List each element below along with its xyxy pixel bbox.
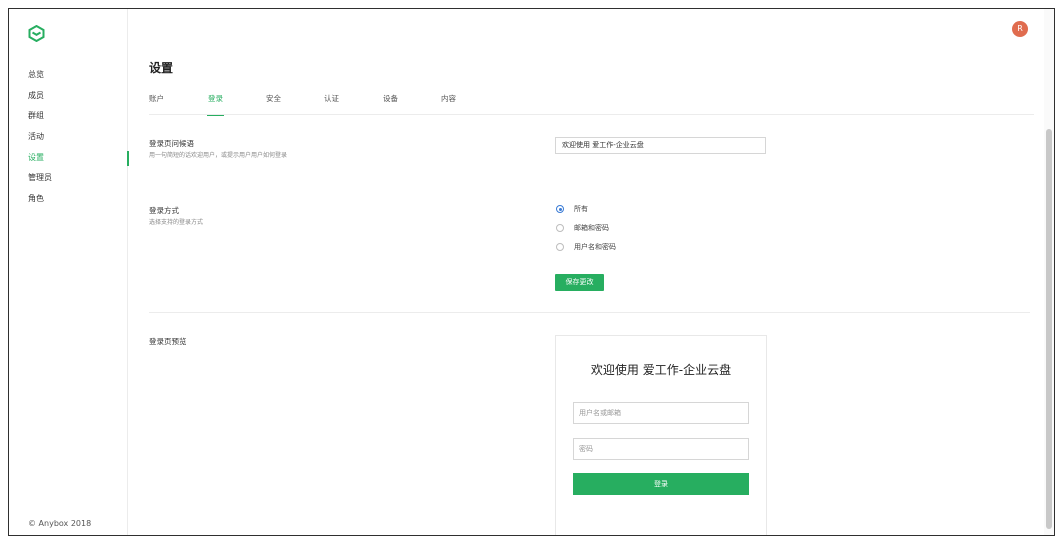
radio-label: 用户名和密码: [574, 243, 616, 251]
preview-title: 欢迎使用 爱工作-企业云盘: [590, 363, 732, 377]
radio-option-all[interactable]: 所有: [556, 203, 588, 215]
radio-button[interactable]: [556, 243, 564, 251]
scrollbar[interactable]: [1044, 9, 1054, 535]
sidebar-item-members[interactable]: 成员: [9, 86, 128, 107]
radio-label: 所有: [574, 205, 588, 213]
sidebar-nav: 总览 成员 群组 活动 设置 管理员 角色: [9, 65, 129, 210]
login-method-description: 选择支持的登录方式: [149, 219, 204, 226]
sidebar-item-settings[interactable]: 设置: [9, 148, 129, 169]
tab-content[interactable]: 内容: [441, 93, 456, 115]
section-divider: [149, 312, 1030, 313]
app-window: 总览 成员 群组 活动 设置 管理员 角色 © Anybox 2018 R 设置…: [8, 8, 1055, 536]
greeting-input[interactable]: 欢迎使用 爱工作-企业云盘: [555, 137, 766, 154]
preview-username-input[interactable]: 用户名或邮箱: [573, 402, 749, 424]
scrollbar-thumb[interactable]: [1046, 129, 1052, 529]
radio-button-checked[interactable]: [556, 205, 564, 213]
sidebar-item-admins[interactable]: 管理员: [9, 168, 128, 189]
sidebar-item-roles[interactable]: 角色: [9, 189, 128, 210]
copyright-text: © Anybox 2018: [28, 519, 92, 528]
preview-label: 登录页预览: [149, 337, 187, 346]
greeting-label: 登录页问候语: [149, 139, 194, 148]
tab-auth[interactable]: 认证: [324, 93, 339, 115]
sidebar-item-activity[interactable]: 活动: [9, 127, 128, 148]
tab-login[interactable]: 登录: [207, 93, 224, 116]
tab-devices[interactable]: 设备: [383, 93, 398, 115]
radio-label: 邮箱和密码: [574, 224, 609, 232]
avatar[interactable]: R: [1012, 21, 1028, 37]
main-content: R 设置 账户 登录 安全 认证 设备 内容 登录页问候语 用一句简短的话欢迎用…: [129, 9, 1054, 535]
login-method-label: 登录方式: [149, 206, 179, 215]
greeting-description: 用一句简短的话欢迎用户，或提示用户用户如何登录: [149, 152, 288, 159]
page-title: 设置: [149, 61, 174, 75]
tab-account[interactable]: 账户: [149, 93, 164, 115]
settings-tabs: 账户 登录 安全 认证 设备 内容: [149, 93, 1034, 116]
sidebar-item-groups[interactable]: 群组: [9, 106, 128, 127]
radio-option-username[interactable]: 用户名和密码: [556, 241, 616, 253]
sidebar-item-overview[interactable]: 总览: [9, 65, 128, 86]
cube-logo-icon[interactable]: [28, 25, 45, 42]
radio-button[interactable]: [556, 224, 564, 232]
preview-password-input[interactable]: 密码: [573, 438, 749, 460]
tab-security[interactable]: 安全: [266, 93, 281, 115]
login-preview-card: 欢迎使用 爱工作-企业云盘 用户名或邮箱 密码 登录: [555, 335, 767, 535]
save-changes-button[interactable]: 保存更改: [555, 274, 604, 291]
preview-login-button[interactable]: 登录: [573, 473, 749, 495]
radio-option-email[interactable]: 邮箱和密码: [556, 222, 609, 234]
sidebar: 总览 成员 群组 活动 设置 管理员 角色 © Anybox 2018: [9, 9, 129, 535]
